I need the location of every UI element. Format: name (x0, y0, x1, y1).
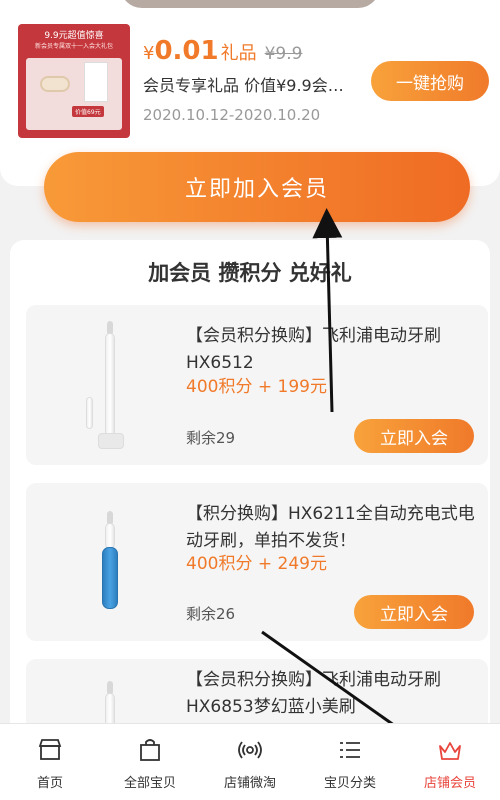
product-image[interactable] (26, 305, 176, 465)
spare-head-graphic (86, 397, 93, 429)
header-arc (120, 0, 380, 8)
bag-icon (140, 739, 160, 761)
nav-label: 店铺微淘 (223, 776, 276, 791)
product-title[interactable]: 【会员积分换购】飞利浦电动牙刷HX6853梦幻蓝小美刷 (186, 667, 476, 721)
product-stock: 剩余29 (186, 429, 236, 447)
headband-graphic (40, 76, 70, 92)
gift-image-headline: 9.9元超值惊喜 (44, 31, 104, 41)
toothbrush-graphic (105, 333, 115, 443)
nav-all-items[interactable]: 全部宝贝 (100, 724, 200, 800)
original-price: ¥9.9 (264, 44, 303, 64)
product-item[interactable]: 【积分换购】HX6211全自动充电式电动牙刷，单拍不发货！ 400积分 + 24… (26, 483, 488, 641)
nav-label: 宝贝分类 (323, 776, 376, 791)
nav-shop-member[interactable]: 店铺会员 (400, 724, 500, 800)
charger-graphic (98, 433, 124, 449)
product-price: 400积分 + 249元 (186, 554, 327, 574)
product-price: 400积分 + 199元 (186, 377, 327, 397)
price-unit: 礼品 (220, 43, 257, 64)
crown-icon (439, 742, 461, 760)
product-box-graphic (84, 62, 108, 102)
nav-label: 店铺会员 (423, 776, 476, 791)
gift-image-panel: 价值69元 (26, 58, 122, 130)
join-now-button[interactable]: 立即入会 (354, 595, 474, 629)
product-title[interactable]: 【积分换购】HX6211全自动充电式电动牙刷，单拍不发货！ (186, 501, 476, 555)
toothbrush-body-graphic (102, 547, 118, 609)
toothbrush-neck-graphic (105, 523, 115, 549)
grab-button[interactable]: 一键抢购 (371, 61, 489, 101)
price-value: 0.01 (154, 36, 219, 66)
section-title: 加会员 攒积分 兑好礼 (148, 261, 352, 285)
product-item[interactable]: 【会员积分换购】飞利浦电动牙刷HX6512 400积分 + 199元 剩余29 … (26, 305, 488, 465)
nav-label: 全部宝贝 (123, 776, 176, 791)
nav-label: 首页 (36, 776, 63, 791)
broadcast-icon (238, 741, 262, 759)
gift-image-subline: 新会员专属双十一入会大礼包 (34, 43, 113, 50)
join-member-button[interactable]: 立即加入会员 (44, 152, 470, 222)
product-title[interactable]: 【会员积分换购】飞利浦电动牙刷HX6512 (186, 323, 476, 377)
product-stock: 剩余26 (186, 605, 236, 623)
gift-image[interactable]: 9.9元超值惊喜 新会员专属双十一入会大礼包 价值69元 (18, 24, 130, 138)
product-image[interactable] (26, 483, 176, 641)
price-currency: ¥ (143, 43, 155, 64)
gift-price: ¥ 0.01 礼品 ¥9.9 (143, 36, 302, 68)
gift-title[interactable]: 会员专享礼品 价值¥9.9会… (143, 72, 363, 96)
shop-icon (38, 739, 62, 760)
nav-shop-feed[interactable]: 店铺微淘 (200, 724, 300, 800)
list-icon (340, 742, 360, 758)
nav-categories[interactable]: 宝贝分类 (300, 724, 400, 800)
gift-image-price-tag: 价值69元 (72, 106, 104, 117)
bottom-nav: 首页 全部宝贝 店铺微淘 宝贝分类 店铺会员 (0, 723, 500, 800)
gift-date-range: 2020.10.12-2020.10.20 (143, 106, 321, 124)
join-now-button[interactable]: 立即入会 (354, 419, 474, 453)
nav-home[interactable]: 首页 (0, 724, 100, 800)
